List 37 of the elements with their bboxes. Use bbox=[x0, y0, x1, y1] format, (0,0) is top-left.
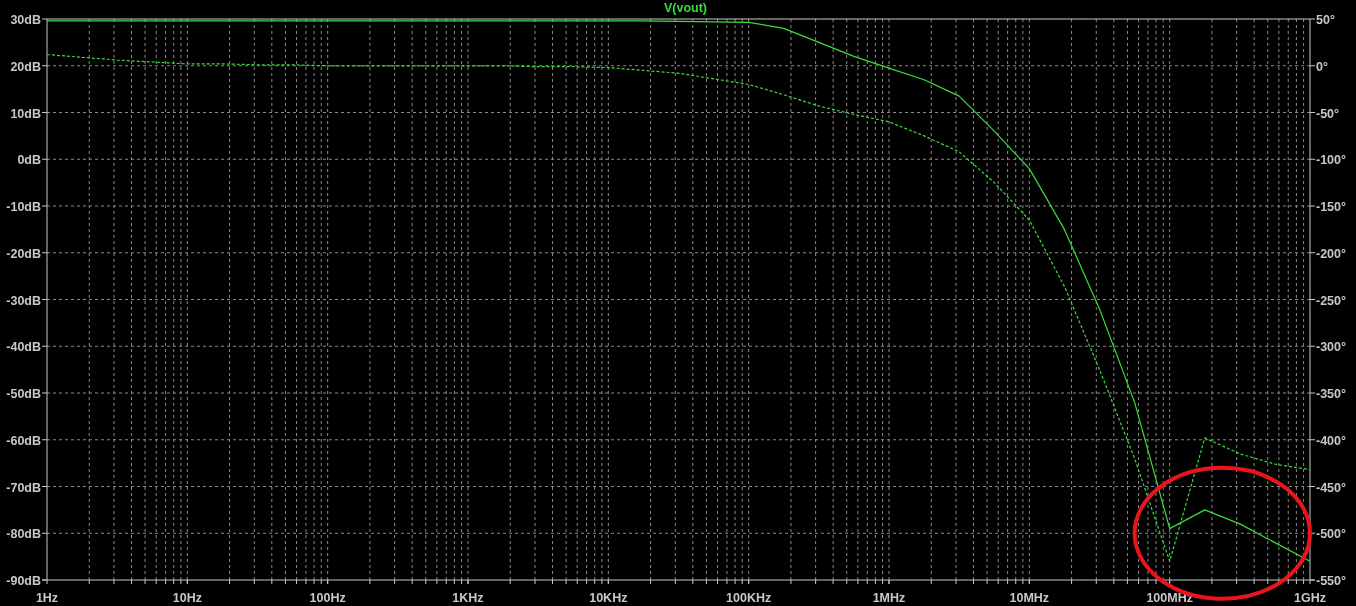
y-axis-label: -30dB bbox=[6, 293, 41, 308]
y-axis-label: 30dB bbox=[10, 13, 41, 27]
phase-axis-label: -300° bbox=[1316, 340, 1347, 355]
x-axis-label: 100MHz bbox=[1146, 591, 1193, 605]
phase-axis-label: -350° bbox=[1316, 387, 1347, 401]
x-axis-label: 1Hz bbox=[35, 591, 59, 605]
phase-axis-label: -500° bbox=[1316, 527, 1347, 542]
y-axis-label: -40dB bbox=[6, 340, 41, 355]
phase-axis-label: -50° bbox=[1316, 106, 1340, 121]
y-axis-label: -90dB bbox=[6, 574, 41, 588]
phase-axis-label: -200° bbox=[1316, 246, 1347, 261]
x-axis-label: 10MHz bbox=[1009, 591, 1050, 605]
phase-axis-label: -450° bbox=[1316, 480, 1347, 495]
phase-axis-label: -400° bbox=[1316, 433, 1347, 448]
y-axis-label: -20dB bbox=[6, 246, 41, 261]
phase-axis-label: 0° bbox=[1316, 59, 1328, 74]
y-axis-label: -60dB bbox=[6, 433, 41, 448]
phase-axis-label: -150° bbox=[1316, 200, 1347, 214]
y-axis-label: -10dB bbox=[6, 200, 41, 214]
y-axis-label: 20dB bbox=[10, 59, 41, 74]
x-axis-label: 10Hz bbox=[172, 591, 202, 605]
x-axis-label: 100KHz bbox=[726, 591, 772, 605]
y-axis-label: 0dB bbox=[17, 153, 41, 168]
y-axis-label: -50dB bbox=[6, 387, 41, 401]
x-axis-label: 1MHz bbox=[872, 591, 906, 605]
chart-title: V(vout) bbox=[663, 1, 708, 15]
x-axis-label: 1GHz bbox=[1294, 591, 1326, 605]
y-axis-label: -70dB bbox=[6, 480, 41, 495]
phase-axis-label: 50° bbox=[1316, 13, 1335, 27]
phase-axis-label: -550° bbox=[1316, 574, 1347, 588]
x-axis-label: 10KHz bbox=[589, 591, 628, 605]
phase-axis-label: -100° bbox=[1316, 153, 1347, 168]
y-axis-label: 10dB bbox=[10, 106, 41, 121]
phase-axis-label: -250° bbox=[1316, 293, 1347, 308]
x-axis-label: 1KHz bbox=[452, 591, 484, 605]
x-axis-label: 100Hz bbox=[309, 591, 346, 605]
y-axis-label: -80dB bbox=[6, 527, 41, 542]
